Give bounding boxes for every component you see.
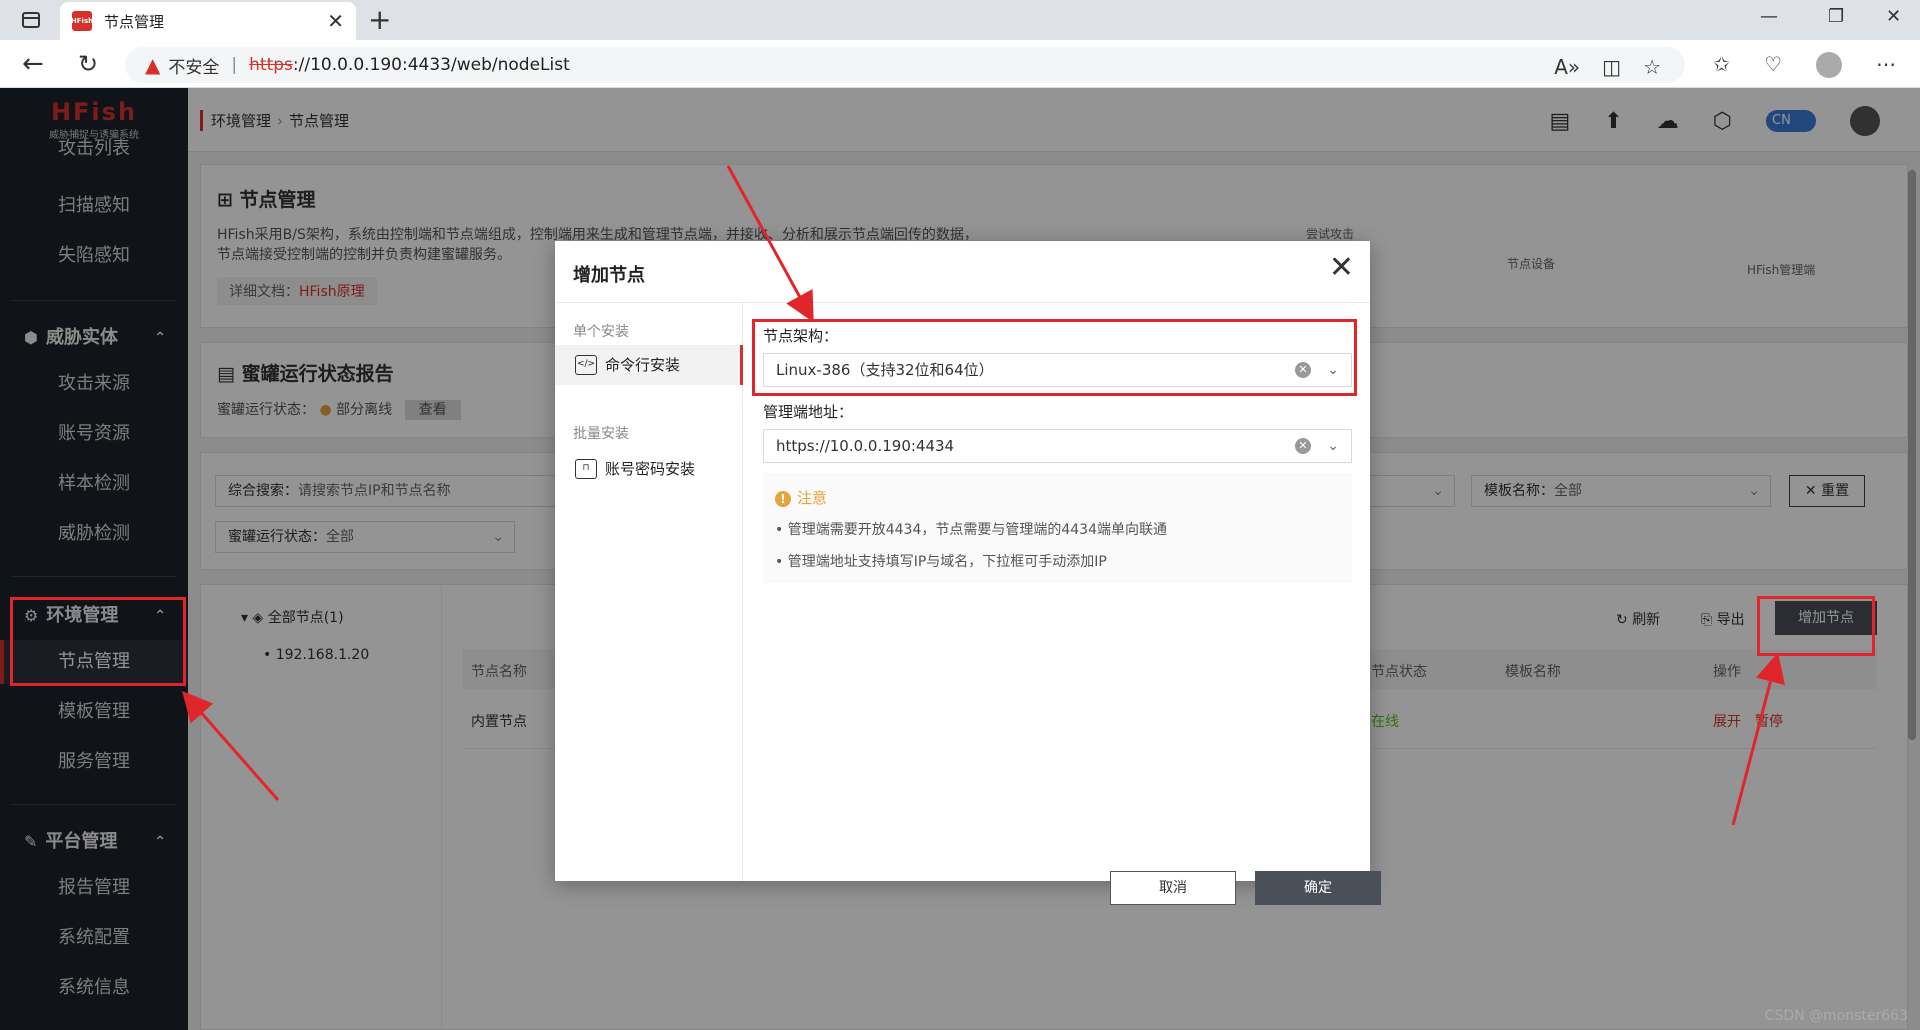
- notice-line-1: • 管理端需要开放4434，节点需要与管理端的4434端单向联通: [775, 522, 1167, 538]
- account-install-label: 账号密码安装: [605, 460, 696, 478]
- chevron-down-icon: ⌄: [1327, 438, 1339, 454]
- close-icon[interactable]: ✕: [1329, 253, 1354, 283]
- read-aloud-icon[interactable]: A»: [1554, 55, 1580, 79]
- window-close-icon[interactable]: ✕: [1886, 6, 1901, 27]
- confirm-button[interactable]: 确定: [1255, 871, 1381, 905]
- dialog-title: 增加节点: [573, 265, 645, 286]
- single-install-section: 单个安装: [573, 324, 629, 340]
- tab-actions-icon[interactable]: [22, 12, 40, 28]
- tab-close-icon[interactable]: ✕: [327, 9, 344, 33]
- notice-text: 管理端需要开放4434，节点需要与管理端的4434端单向联通: [787, 522, 1167, 538]
- addr-label: 管理端地址：: [763, 403, 854, 421]
- browser-titlebar: HFish 节点管理 ✕ + — ❐ ✕: [0, 0, 1920, 40]
- annotation-box-arch: [752, 319, 1357, 396]
- account-install-tab[interactable]: ⊓ 账号密码安装: [555, 449, 743, 489]
- address-bar-actions: A» ◫ ☆: [1554, 55, 1661, 79]
- new-tab-icon[interactable]: +: [368, 4, 391, 36]
- insecure-label: 不安全: [168, 57, 220, 78]
- favorite-star-icon[interactable]: ☆: [1643, 55, 1661, 79]
- cancel-button[interactable]: 取消: [1110, 871, 1236, 905]
- notice-box: ! 注意 • 管理端需要开放4434，节点需要与管理端的4434端单向联通 • 管…: [763, 473, 1352, 583]
- minimize-icon[interactable]: —: [1760, 6, 1778, 27]
- more-menu-icon[interactable]: ⋯: [1876, 52, 1896, 78]
- back-icon[interactable]: ←: [22, 48, 44, 80]
- page-scrollbar[interactable]: [1908, 170, 1916, 740]
- lock-icon: ⊓: [575, 459, 597, 479]
- clear-icon[interactable]: ✕: [1295, 438, 1311, 454]
- insecure-warning-icon: ▲: [145, 53, 161, 77]
- profile-avatar-icon[interactable]: [1816, 52, 1842, 78]
- favorites-icon[interactable]: ✩: [1713, 52, 1730, 78]
- tab-title: 节点管理: [104, 12, 165, 31]
- notice-title: ! 注意: [775, 487, 827, 508]
- addr-value: https://10.0.0.190:4434: [776, 437, 955, 455]
- cmd-install-tab[interactable]: </> 命令行安装: [555, 345, 743, 385]
- url-scheme: https: [249, 55, 293, 75]
- install-method-sidebar: 单个安装 </> 命令行安装 批量安装 ⊓ 账号密码安装: [555, 303, 743, 881]
- code-icon: </>: [575, 355, 597, 375]
- annotation-box-nav: [10, 597, 186, 686]
- annotation-box-add-node: [1757, 596, 1875, 656]
- browser-tab[interactable]: HFish 节点管理 ✕: [60, 2, 356, 40]
- batch-install-section: 批量安装: [573, 426, 629, 442]
- address-bar[interactable]: ▲ 不安全 | https ://10.0.0.190:4433/web/nod…: [125, 47, 1685, 83]
- url-separator: |: [231, 55, 238, 75]
- warning-icon: !: [775, 491, 791, 507]
- dialog-header: 增加节点 ✕: [555, 241, 1370, 303]
- notice-line-2: • 管理端地址支持填写IP与域名，下拉框可手动添加IP: [775, 554, 1107, 570]
- hfish-favicon-icon: HFish: [71, 11, 93, 31]
- reload-icon[interactable]: ↻: [78, 48, 98, 80]
- browser-actions: ✩ ♡ ⋯: [1713, 52, 1896, 78]
- browser-essentials-icon[interactable]: ♡: [1764, 52, 1782, 78]
- manager-address-select[interactable]: https://10.0.0.190:4434 ✕ ⌄: [763, 429, 1352, 463]
- notice-text: 管理端地址支持填写IP与域名，下拉框可手动添加IP: [787, 554, 1107, 570]
- cmd-install-label: 命令行安装: [605, 356, 681, 374]
- url-path: ://10.0.0.190:4433/web/nodeList: [292, 55, 570, 75]
- maximize-icon[interactable]: ❐: [1828, 6, 1844, 27]
- split-screen-icon[interactable]: ◫: [1602, 55, 1621, 79]
- notice-title-text: 注意: [797, 489, 828, 507]
- watermark: CSDN @monster663: [1764, 1008, 1908, 1024]
- browser-toolbar: ← ↻ ▲ 不安全 | https ://10.0.0.190:4433/web…: [0, 40, 1920, 88]
